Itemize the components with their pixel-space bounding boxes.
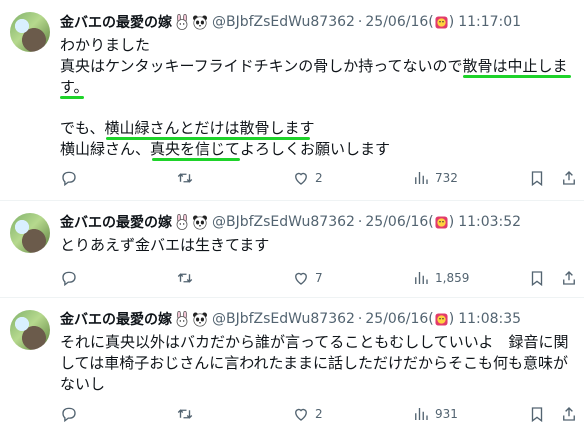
post-actions: 2 732	[52, 168, 576, 188]
reply-button[interactable]	[60, 404, 83, 424]
rabbit-emoji-icon	[176, 311, 188, 327]
separator-dot: ·	[357, 14, 363, 30]
bookmark-button[interactable]	[528, 404, 546, 424]
text-line-content: 真央はケンタッキーフライドチキンの骨しか持ってないので散骨は中止しま	[60, 57, 568, 75]
like-icon	[295, 408, 307, 421]
text-line-blank	[60, 98, 574, 118]
face-emoji-icon	[435, 15, 448, 29]
post-date-close: )	[448, 14, 455, 30]
share-icon	[563, 271, 575, 285]
rabbit-emoji-icon	[176, 214, 188, 230]
views-icon	[415, 272, 428, 284]
post-3[interactable]: 金バエの最愛の嫁 @BJbfZsEdWu87362 · 25/06/16( ) …	[0, 297, 584, 430]
share-icon	[563, 407, 575, 421]
bookmark-button[interactable]	[528, 268, 546, 288]
post-time[interactable]: 11:03:52	[458, 214, 521, 230]
avatar[interactable]	[10, 213, 50, 253]
like-icon	[295, 272, 307, 285]
post-text: それに真央以外はバカだから誰が言ってることもむししていいよ 録音に関 しては車椅…	[60, 332, 574, 395]
avatar[interactable]	[10, 12, 50, 52]
bookmark-button[interactable]	[528, 168, 546, 188]
post-2[interactable]: 金バエの最愛の嫁 @BJbfZsEdWu87362 · 25/06/16( ) …	[0, 200, 584, 297]
user-handle[interactable]: @BJbfZsEdWu87362	[212, 14, 355, 30]
rabbit-emoji-icon	[176, 14, 188, 30]
separator-dot: ·	[357, 311, 363, 327]
avatar[interactable]	[10, 310, 50, 350]
text-line: す。	[60, 77, 574, 99]
text-line: しては車椅子おじさんに言われたままに話しただけだからそこも何も意味が	[60, 354, 569, 372]
post-date-close: )	[448, 214, 455, 230]
post-date: 25/06/16(	[365, 14, 434, 30]
post-time[interactable]: 11:08:35	[458, 311, 521, 327]
views-button[interactable]: 1,859	[412, 268, 469, 288]
post-time[interactable]: 11:17:01	[458, 14, 521, 30]
post-header: 金バエの最愛の嫁 @BJbfZsEdWu87362 · 25/06/16( ) …	[60, 12, 576, 32]
display-name[interactable]: 金バエの最愛の嫁	[60, 309, 172, 329]
share-button[interactable]	[560, 268, 578, 288]
post-actions: 2 931	[52, 404, 576, 424]
post-text: わかりました 真央はケンタッキーフライドチキンの骨しか持ってないので散骨は中止し…	[60, 35, 574, 161]
display-name[interactable]: 金バエの最愛の嫁	[60, 212, 172, 232]
bookmark-icon	[531, 407, 543, 423]
text-line: でも、横山緑さんとだけは散骨します	[60, 118, 574, 140]
reply-button[interactable]	[60, 268, 83, 288]
panda-emoji-icon	[193, 312, 207, 327]
like-button[interactable]: 2	[292, 168, 323, 188]
post-date: 25/06/16(	[365, 311, 434, 327]
highlight-underline	[152, 158, 240, 161]
like-button[interactable]: 2	[292, 404, 323, 424]
retweet-icon	[177, 409, 193, 419]
views-button[interactable]: 931	[412, 404, 458, 424]
retweet-button[interactable]	[176, 404, 199, 424]
face-emoji-icon	[435, 215, 448, 229]
like-count: 2	[315, 171, 323, 185]
like-icon	[295, 172, 307, 185]
retweet-icon	[177, 173, 193, 183]
retweet-icon	[177, 273, 193, 283]
separator-dot: ·	[357, 214, 363, 230]
retweet-button[interactable]	[176, 268, 199, 288]
text-line-content: 横山緑さん、真央を信じてよろしくお願いします	[60, 140, 391, 158]
text-line-content: す。	[60, 78, 89, 96]
like-count: 7	[315, 271, 323, 285]
reply-icon	[62, 407, 76, 423]
text-line: わかりました	[60, 36, 151, 54]
share-button[interactable]	[560, 168, 578, 188]
share-button[interactable]	[560, 404, 578, 424]
view-count: 1,859	[435, 271, 470, 285]
text-line: とりあえず金バエは生きてます	[60, 236, 270, 254]
like-button[interactable]: 7	[292, 268, 323, 288]
view-count: 732	[435, 171, 458, 185]
reply-icon	[62, 171, 76, 187]
share-icon	[563, 171, 575, 185]
like-count: 2	[315, 407, 323, 421]
views-icon	[415, 408, 428, 420]
text-line: それに真央以外はバカだから誰が言ってることもむししていいよ 録音に関	[60, 333, 569, 351]
bookmark-icon	[531, 271, 543, 287]
text-line: 真央はケンタッキーフライドチキンの骨しか持ってないので散骨は中止しま	[60, 56, 574, 78]
panda-emoji-icon	[193, 15, 207, 30]
views-button[interactable]: 732	[412, 168, 458, 188]
post-header: 金バエの最愛の嫁 @BJbfZsEdWu87362 · 25/06/16( ) …	[60, 212, 576, 232]
reply-icon	[62, 271, 76, 287]
text-line: ないし	[60, 375, 106, 393]
views-icon	[415, 172, 428, 184]
user-handle[interactable]: @BJbfZsEdWu87362	[212, 311, 355, 327]
display-name[interactable]: 金バエの最愛の嫁	[60, 12, 172, 32]
post-date: 25/06/16(	[365, 214, 434, 230]
post-1[interactable]: 金バエの最愛の嫁 @BJbfZsEdWu87362 · 25/06/16( ) …	[0, 0, 584, 200]
user-handle[interactable]: @BJbfZsEdWu87362	[212, 214, 355, 230]
reply-button[interactable]	[60, 168, 83, 188]
post-actions: 7 1,859	[52, 268, 576, 288]
post-header: 金バエの最愛の嫁 @BJbfZsEdWu87362 · 25/06/16( ) …	[60, 309, 576, 329]
text-line-content: でも、横山緑さんとだけは散骨します	[60, 119, 315, 137]
post-date-close: )	[448, 311, 455, 327]
text-line: 横山緑さん、真央を信じてよろしくお願いします	[60, 139, 574, 161]
view-count: 931	[435, 407, 458, 421]
bookmark-icon	[531, 171, 543, 187]
retweet-button[interactable]	[176, 168, 199, 188]
panda-emoji-icon	[193, 215, 207, 230]
post-text: とりあえず金バエは生きてます	[60, 235, 574, 256]
face-emoji-icon	[435, 312, 448, 326]
